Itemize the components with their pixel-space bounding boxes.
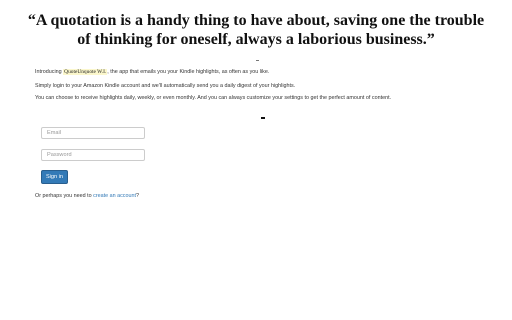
- intro-line-1: Introducing QuoteUnquote W.I., the app t…: [35, 69, 269, 76]
- create-account-link[interactable]: create an account: [93, 193, 136, 199]
- intro-prefix: Introducing: [35, 69, 62, 75]
- signup-prompt: Or perhaps you need to create an account…: [35, 193, 139, 200]
- intro-line-3: You can choose to receive highlights dai…: [35, 95, 392, 101]
- sign-in-button[interactable]: Sign in: [41, 170, 68, 184]
- brand-name: QuoteUnquote W.I.: [63, 69, 108, 75]
- email-field[interactable]: [41, 127, 145, 139]
- password-field[interactable]: [41, 149, 145, 161]
- divider-top: [256, 60, 259, 61]
- signup-prefix: Or perhaps you need to: [35, 193, 92, 199]
- intro-line-2: Simply login to your Amazon Kindle accou…: [35, 83, 296, 89]
- page-quote: “A quotation is a handy thing to have ab…: [27, 12, 485, 48]
- intro-suffix: , the app that emails you your Kindle hi…: [107, 69, 270, 75]
- signup-suffix: ?: [136, 193, 139, 199]
- divider-bottom: [261, 117, 265, 119]
- login-page: “A quotation is a handy thing to have ab…: [0, 0, 512, 320]
